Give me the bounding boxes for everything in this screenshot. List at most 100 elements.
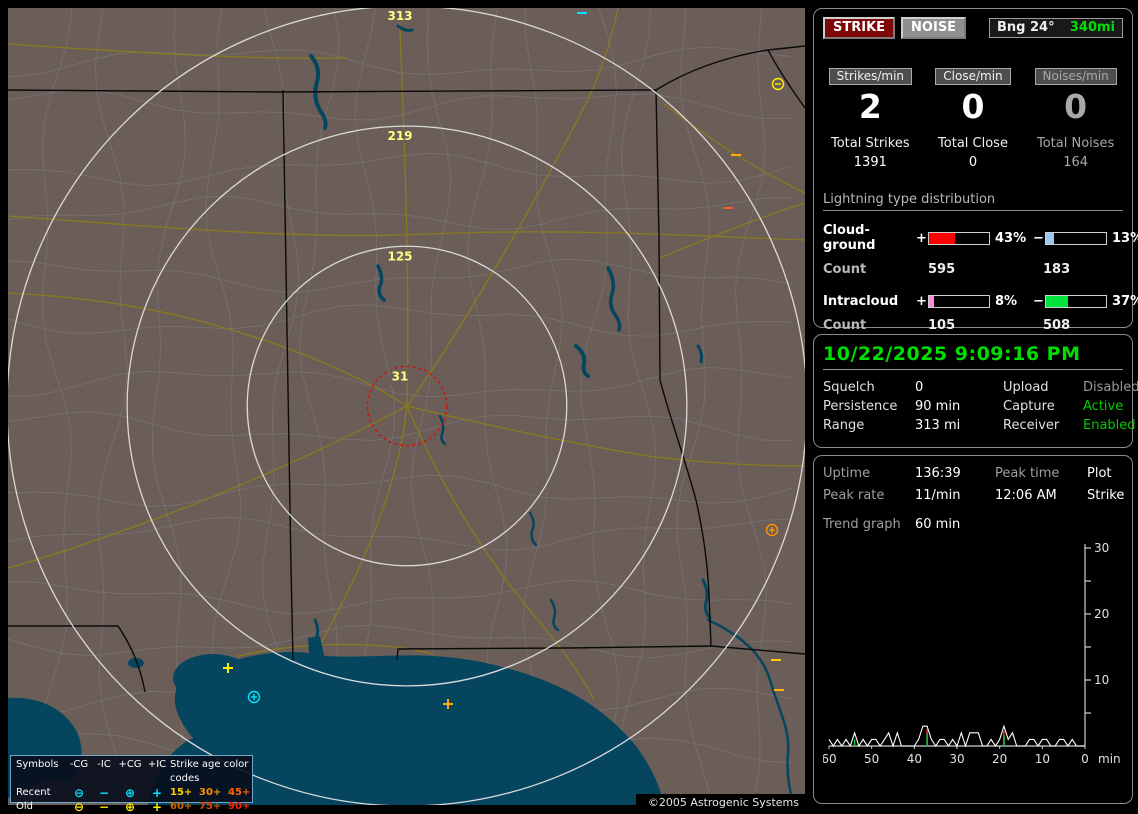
- uptime-value: 136:39: [915, 466, 995, 481]
- age-30: 30+: [199, 786, 228, 800]
- status-panel: 10/22/2025 9:09:16 PM Squelch 0 Upload D…: [813, 334, 1133, 448]
- plus-sign: +: [915, 231, 928, 246]
- noises-per-min-value: 0: [1028, 87, 1123, 126]
- strike-stats-panel: STRIKE NOISE Bng 24° 340mi Strikes/min 2…: [813, 8, 1133, 328]
- cg-pos-recent-icon: ⊕: [116, 786, 144, 800]
- map-legend: Symbols -CG -IC +CG +IC Strike age color…: [10, 755, 253, 803]
- trend-chart: 1020306050403020100min: [823, 536, 1125, 791]
- range-label: Range: [823, 418, 915, 433]
- ic-positive-count: 105: [928, 318, 1030, 333]
- distribution-title: Lightning type distribution: [823, 192, 1123, 211]
- strikes-per-min-group: Strikes/min 2 Total Strikes 1391: [823, 65, 918, 170]
- ic-negative-count: 508: [1043, 318, 1138, 333]
- uptime-label: Uptime: [823, 466, 915, 481]
- svg-text:219: 219: [387, 129, 412, 143]
- cg-negative-pct: 13%: [1107, 231, 1138, 246]
- legend-col-ic-neg: -IC: [92, 758, 116, 786]
- cg-positive-pct: 43%: [990, 231, 1032, 246]
- ic-positive-bar: [928, 295, 990, 308]
- svg-text:40: 40: [907, 752, 922, 766]
- svg-text:20: 20: [1094, 607, 1109, 621]
- svg-text:313: 313: [387, 9, 412, 23]
- svg-text:30: 30: [1094, 541, 1109, 555]
- plus-sign: +: [915, 294, 928, 309]
- minus-sign: −: [1032, 294, 1045, 309]
- cg-negative-count: 183: [1043, 262, 1138, 277]
- ic-negative-bar: [1045, 295, 1107, 308]
- ic-negative-pct: 37%: [1107, 294, 1138, 309]
- squelch-value: 0: [915, 380, 1003, 395]
- noises-per-min-label: Noises/min: [1035, 68, 1117, 85]
- receiver-label: Receiver: [1003, 418, 1083, 433]
- plot-label: Plot: [1087, 466, 1124, 481]
- lake-pontchartrain: [173, 654, 253, 702]
- close-per-min-group: Close/min 0 Total Close 0: [926, 65, 1021, 170]
- capture-status: Active: [1083, 399, 1138, 414]
- receiver-status: Enabled: [1083, 418, 1138, 433]
- squelch-label: Squelch: [823, 380, 915, 395]
- strike-toggle-button[interactable]: STRIKE: [823, 17, 895, 39]
- minus-sign: −: [1032, 231, 1045, 246]
- svg-text:50: 50: [864, 752, 879, 766]
- cg-positive-bar: [928, 232, 990, 245]
- age-45: 45+: [228, 786, 257, 800]
- cg-negative-bar: [1045, 232, 1107, 245]
- svg-text:0: 0: [1081, 752, 1089, 766]
- upload-label: Upload: [1003, 380, 1083, 395]
- map-canvas: 313 219 125 31: [8, 8, 805, 805]
- legend-col-cg-pos: +CG: [116, 758, 144, 786]
- svg-text:30: 30: [949, 752, 964, 766]
- noise-toggle-button[interactable]: NOISE: [901, 17, 966, 39]
- bearing-range: 340mi: [1070, 20, 1115, 35]
- ic-neg-recent-icon: −: [92, 786, 116, 800]
- intracloud-row: Intracloud + 8% − 37%: [823, 294, 1123, 309]
- range-value: 313 mi: [915, 418, 1003, 433]
- legend-col-cg-neg: -CG: [66, 758, 92, 786]
- persistence-label: Persistence: [823, 399, 915, 414]
- total-strikes-value: 1391: [823, 155, 918, 170]
- total-noises-label: Total Noises: [1028, 136, 1123, 151]
- stormtracker-app: { "map": { "center_px": {"x": 399, "y": …: [0, 0, 1138, 812]
- cg-neg-recent-icon: ⊖: [66, 786, 92, 800]
- svg-text:10: 10: [1035, 752, 1050, 766]
- total-close-value: 0: [926, 155, 1021, 170]
- legend-row-recent-label: Recent: [16, 786, 66, 800]
- strikes-per-min-label: Strikes/min: [829, 68, 912, 85]
- svg-text:31: 31: [392, 369, 409, 383]
- cloud-ground-row: Cloud-ground + 43% − 13%: [823, 223, 1123, 253]
- legend-symbols-header: Symbols: [16, 758, 66, 786]
- copyright-notice: ©2005 Astrogenic Systems: [636, 794, 805, 812]
- trend-panel: Uptime 136:39 Peak time Plot Peak rate 1…: [813, 455, 1133, 804]
- svg-text:60: 60: [823, 752, 837, 766]
- svg-text:125: 125: [387, 249, 412, 263]
- peak-rate-value: 11/min: [915, 488, 995, 503]
- close-per-min-value: 0: [926, 87, 1021, 126]
- lightning-map[interactable]: 313 219 125 31 Symbols -CG -IC +CG +IC Stri…: [8, 8, 805, 805]
- age-15: 15+: [170, 786, 199, 800]
- total-strikes-label: Total Strikes: [823, 136, 918, 151]
- persistence-value: 90 min: [915, 399, 1003, 414]
- ic-pos-recent-icon: +: [144, 786, 170, 800]
- total-noises-value: 164: [1028, 155, 1123, 170]
- bearing-readout: Bng 24° 340mi: [989, 18, 1123, 38]
- count-label: Count: [823, 262, 915, 277]
- svg-text:20: 20: [992, 752, 1007, 766]
- trend-graph-window: 60 min: [915, 517, 1123, 532]
- capture-label: Capture: [1003, 399, 1083, 414]
- trend-graph-label: Trend graph: [823, 517, 915, 532]
- noises-per-min-group: Noises/min 0 Total Noises 164: [1028, 65, 1123, 170]
- peak-time-label: Peak time: [995, 466, 1087, 481]
- count-label: Count: [823, 318, 915, 333]
- svg-text:min: min: [1098, 752, 1121, 766]
- legend-col-ic-pos: +IC: [144, 758, 170, 786]
- strikes-per-min-value: 2: [823, 87, 918, 126]
- cg-positive-count: 595: [928, 262, 1030, 277]
- plot-mode-value: Strike: [1087, 488, 1124, 503]
- peak-time-value: 12:06 AM: [995, 488, 1087, 503]
- datetime-display: 10/22/2025 9:09:16 PM: [823, 343, 1123, 370]
- bearing-value: Bng 24°: [997, 20, 1055, 35]
- intracloud-counts: Count 105 508: [823, 318, 1123, 333]
- total-close-label: Total Close: [926, 136, 1021, 151]
- cloud-ground-counts: Count 595 183: [823, 262, 1123, 277]
- close-per-min-label: Close/min: [935, 68, 1010, 85]
